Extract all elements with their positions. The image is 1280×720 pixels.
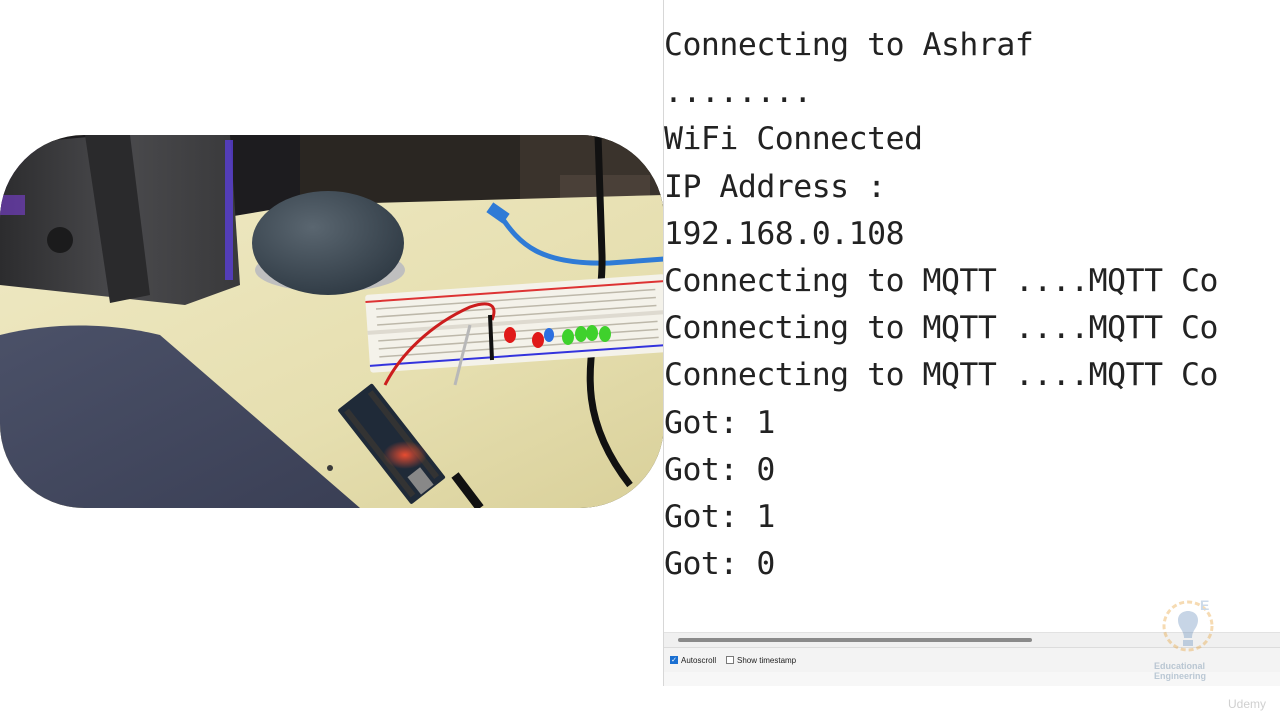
serial-monitor: Connecting to Ashraf ........ WiFi Conne… [663, 0, 1280, 686]
serial-line: Got: 1 [664, 404, 775, 441]
show-timestamp-label: Show timestamp [737, 655, 797, 665]
show-timestamp-checkbox[interactable] [726, 656, 734, 664]
show-timestamp-option[interactable]: Show timestamp [726, 654, 796, 666]
logo-text: Educational Engineering [1154, 661, 1228, 681]
serial-line: WiFi Connected [664, 121, 923, 158]
serial-line: Connecting to MQTT ....MQTT Co [664, 263, 1218, 300]
logo-line-1: Educational [1154, 661, 1206, 671]
udemy-watermark: Udemy [1228, 697, 1267, 711]
hardware-photo [0, 135, 664, 508]
serial-line: Got: 0 [664, 451, 775, 488]
autoscroll-option[interactable]: ✓ Autoscroll [670, 654, 716, 666]
serial-line: Connecting to Ashraf [664, 27, 1034, 63]
serial-output: Connecting to Ashraf ........ WiFi Conne… [664, 22, 1280, 588]
serial-line: 192.168.0.108 [664, 215, 905, 252]
serial-line: Connecting to MQTT ....MQTT Co [664, 357, 1218, 394]
serial-line: Got: 1 [664, 499, 775, 536]
serial-line: IP Address : [664, 168, 886, 205]
serial-line: ........ [664, 74, 812, 111]
logo-line-2: Engineering [1154, 671, 1207, 681]
serial-line: Connecting to MQTT ....MQTT Co [664, 310, 1218, 347]
serial-line: Got: 0 [664, 546, 775, 583]
autoscroll-checkbox[interactable]: ✓ [670, 656, 678, 664]
autoscroll-label: Autoscroll [681, 655, 717, 665]
video-frame: Connecting to Ashraf ........ WiFi Conne… [0, 0, 1280, 720]
check-icon: ✓ [671, 656, 677, 664]
svg-text:E: E [1200, 598, 1209, 613]
scrollbar-thumb[interactable] [678, 638, 1032, 642]
